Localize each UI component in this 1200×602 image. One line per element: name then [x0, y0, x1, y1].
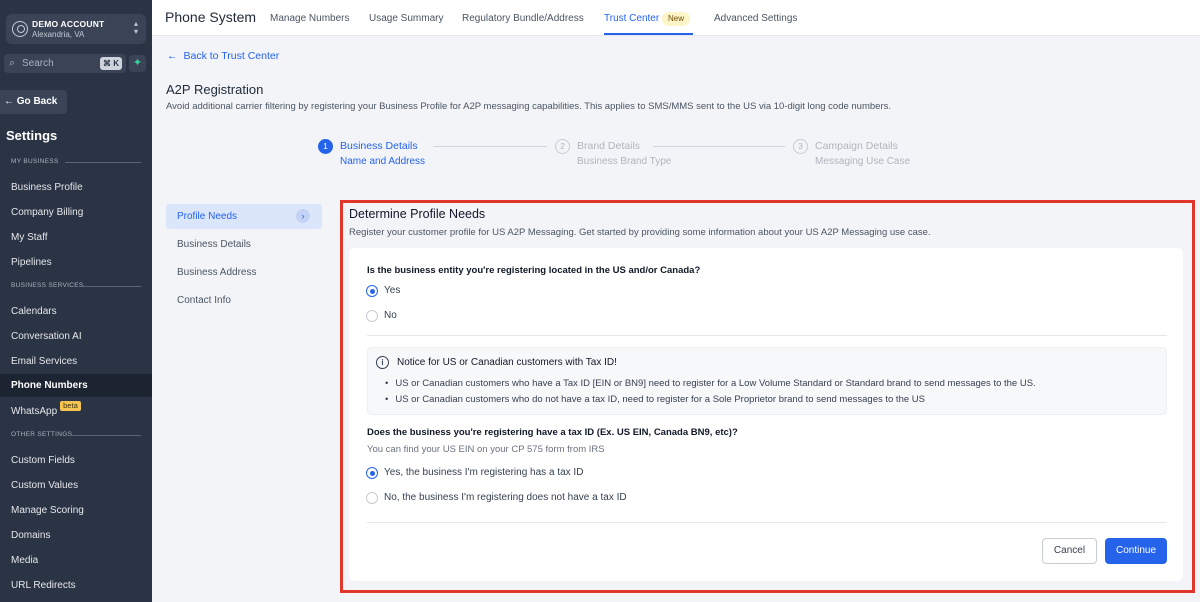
sidebar: DEMO ACCOUNT Alexandria, VA ▴ ▾ ⌕ Search …: [0, 0, 152, 602]
radio-location-no-label[interactable]: No: [384, 310, 397, 321]
radio-location-yes[interactable]: [366, 285, 378, 297]
whatsapp-label: WhatsApp: [11, 406, 58, 417]
search-input[interactable]: ⌕ Search ⌘ K: [4, 54, 126, 73]
page-title: A2P Registration: [166, 82, 264, 97]
notice-bullet: US or Canadian customers who do not have…: [385, 394, 925, 405]
form-description: Register your customer profile for US A2…: [349, 227, 931, 238]
divider: [367, 335, 1167, 336]
arrow-left-icon: ←: [167, 50, 178, 62]
search-placeholder: Search: [22, 58, 54, 69]
sidebar-item-media[interactable]: Media: [0, 549, 152, 572]
step-1-title: Business Details: [340, 140, 418, 152]
section-other-settings: OTHER SETTINGS: [11, 431, 141, 438]
sidebar-item-manage-scoring[interactable]: Manage Scoring: [0, 499, 152, 522]
step-2-subtitle: Business Brand Type: [577, 156, 672, 167]
info-icon: i: [376, 356, 389, 369]
tax-id-hint: You can find your US EIN on your CP 575 …: [367, 444, 605, 455]
top-nav: Phone System Manage Numbers Usage Summar…: [152, 0, 1200, 36]
tab-trust-center[interactable]: Trust Center: [604, 13, 659, 24]
tax-id-notice: i Notice for US or Canadian customers wi…: [367, 347, 1167, 415]
step-1-subtitle: Name and Address: [340, 156, 426, 167]
tab-regulatory-bundle[interactable]: Regulatory Bundle/Address: [462, 13, 584, 24]
search-shortcut: ⌘ K: [100, 57, 122, 70]
account-avatar-icon: [12, 21, 28, 37]
page-section-title: Phone System: [165, 9, 257, 25]
sidebar-item-pipelines[interactable]: Pipelines: [0, 251, 152, 274]
chevron-right-icon: ›: [296, 209, 310, 223]
notice-bullet: US or Canadian customers who have a Tax …: [385, 378, 1035, 389]
subnav-business-details[interactable]: Business Details: [177, 239, 251, 250]
sidebar-item-my-staff[interactable]: My Staff: [0, 226, 152, 249]
beta-badge: beta: [60, 401, 81, 411]
go-back-button[interactable]: ← Go Back: [0, 90, 67, 114]
radio-tax-id-yes[interactable]: [366, 467, 378, 479]
step-3-circle: 3: [793, 139, 808, 154]
sidebar-item-calendars[interactable]: Calendars: [0, 300, 152, 323]
cancel-button[interactable]: Cancel: [1042, 538, 1097, 564]
sidebar-item-domains[interactable]: Domains: [0, 524, 152, 547]
step-connector: [653, 146, 785, 147]
back-to-trust-center-link[interactable]: ← Back to Trust Center: [167, 50, 279, 62]
radio-location-no[interactable]: [366, 310, 378, 322]
account-name: DEMO ACCOUNT: [32, 19, 105, 29]
new-badge: New: [662, 12, 691, 26]
sidebar-item-custom-values[interactable]: Custom Values: [0, 474, 152, 497]
question-location: Is the business entity you're registerin…: [367, 265, 701, 276]
step-2-title: Brand Details: [577, 140, 641, 152]
sparkle-icon[interactable]: ✦: [129, 55, 146, 72]
page-description: Avoid additional carrier filtering by re…: [166, 101, 892, 112]
step-connector: [433, 146, 547, 147]
subnav-profile-needs[interactable]: Profile Needs: [177, 211, 237, 222]
section-business-services: BUSINESS SERVICES: [11, 282, 141, 289]
step-3-title: Campaign Details: [815, 140, 898, 152]
sidebar-item-custom-fields[interactable]: Custom Fields: [0, 449, 152, 472]
radio-tax-id-no-label[interactable]: No, the business I'm registering does no…: [384, 492, 627, 503]
tab-manage-numbers[interactable]: Manage Numbers: [270, 13, 349, 24]
sidebar-item-whatsapp[interactable]: WhatsAppbeta: [0, 400, 152, 423]
section-my-business: MY BUSINESS: [11, 158, 141, 165]
account-location: Alexandria, VA: [32, 30, 85, 39]
tab-usage-summary[interactable]: Usage Summary: [369, 13, 443, 24]
step-2-circle: 2: [555, 139, 570, 154]
sidebar-item-conversation-ai[interactable]: Conversation AI: [0, 325, 152, 348]
back-link-label: Back to Trust Center: [183, 50, 280, 62]
question-tax-id: Does the business you're registering hav…: [367, 427, 738, 438]
step-1-circle: 1: [318, 139, 333, 154]
radio-tax-id-yes-label[interactable]: Yes, the business I'm registering has a …: [384, 467, 583, 478]
account-switcher[interactable]: DEMO ACCOUNT Alexandria, VA ▴ ▾: [6, 14, 146, 44]
search-icon: ⌕: [9, 57, 16, 69]
step-3-subtitle: Messaging Use Case: [815, 156, 911, 167]
sidebar-item-url-redirects[interactable]: URL Redirects: [0, 574, 152, 597]
notice-title: Notice for US or Canadian customers with…: [397, 357, 617, 368]
subnav-business-address[interactable]: Business Address: [177, 267, 257, 278]
active-tab-indicator: [604, 33, 693, 35]
go-back-label: Go Back: [16, 96, 58, 107]
tab-advanced-settings[interactable]: Advanced Settings: [714, 13, 797, 24]
sidebar-item-email-services[interactable]: Email Services: [0, 350, 152, 373]
sidebar-item-company-billing[interactable]: Company Billing: [0, 201, 152, 224]
sidebar-item-business-profile[interactable]: Business Profile: [0, 176, 152, 199]
arrow-left-icon: ←: [4, 96, 14, 107]
sidebar-item-phone-numbers[interactable]: Phone Numbers: [0, 374, 152, 397]
subnav-contact-info[interactable]: Contact Info: [177, 295, 231, 306]
divider: [367, 522, 1167, 523]
radio-tax-id-no[interactable]: [366, 492, 378, 504]
chevron-updown-icon: ▴ ▾: [133, 19, 138, 36]
radio-location-yes-label[interactable]: Yes: [384, 285, 400, 296]
form-title: Determine Profile Needs: [349, 207, 486, 221]
continue-button[interactable]: Continue: [1105, 538, 1167, 564]
settings-title: Settings: [6, 128, 58, 143]
